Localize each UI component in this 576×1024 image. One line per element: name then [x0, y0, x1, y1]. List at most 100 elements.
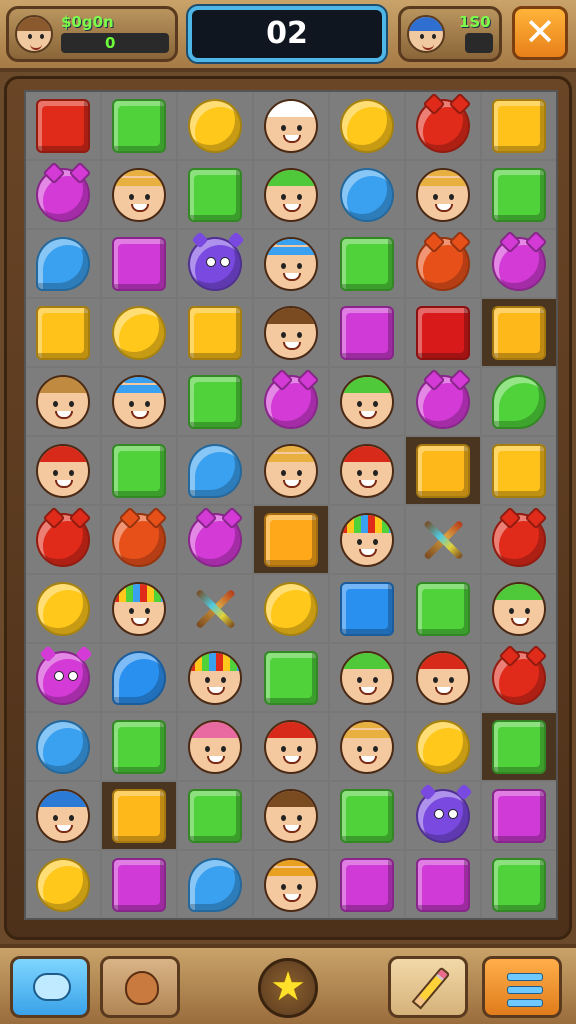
character-face — [416, 650, 470, 705]
board-cell[interactable] — [102, 644, 176, 711]
board-cell[interactable] — [178, 437, 252, 504]
board-cell[interactable] — [254, 437, 328, 504]
board-cell[interactable] — [406, 575, 480, 642]
board-cell[interactable] — [26, 506, 100, 573]
character-face — [416, 167, 470, 222]
character-face — [264, 857, 318, 912]
board-cell[interactable] — [482, 644, 556, 711]
square-gem — [36, 305, 90, 360]
board-cell[interactable] — [178, 230, 252, 297]
board-cell[interactable] — [406, 644, 480, 711]
board-cell[interactable] — [406, 368, 480, 435]
board-cell[interactable] — [102, 92, 176, 159]
board-cell[interactable] — [102, 437, 176, 504]
board-cell[interactable] — [178, 575, 252, 642]
board-cell[interactable] — [254, 851, 328, 918]
board-cell[interactable] — [330, 161, 404, 228]
board-cell[interactable] — [482, 368, 556, 435]
board-cell[interactable] — [254, 782, 328, 849]
board-cell[interactable] — [330, 713, 404, 780]
board-cell[interactable] — [330, 644, 404, 711]
board-cell[interactable] — [254, 644, 328, 711]
board-cell[interactable] — [482, 230, 556, 297]
board-cell[interactable] — [26, 644, 100, 711]
board-cell[interactable] — [330, 782, 404, 849]
board-cell[interactable] — [26, 299, 100, 366]
board-cell[interactable] — [330, 299, 404, 366]
horned-gem — [188, 506, 244, 567]
board-cell[interactable] — [330, 437, 404, 504]
board-cell[interactable] — [330, 851, 404, 918]
board-cell[interactable] — [254, 368, 328, 435]
board-cell[interactable] — [178, 368, 252, 435]
board-cell[interactable] — [26, 368, 100, 435]
board-cell[interactable] — [26, 92, 100, 159]
board-cell[interactable] — [178, 161, 252, 228]
board-cell[interactable] — [102, 575, 176, 642]
board-cell[interactable] — [330, 92, 404, 159]
horned-gem — [36, 161, 92, 222]
board-cell[interactable] — [102, 299, 176, 366]
board-cell[interactable] — [26, 851, 100, 918]
board-cell[interactable] — [406, 713, 480, 780]
board-cell[interactable] — [178, 506, 252, 573]
board-cell[interactable] — [178, 644, 252, 711]
board-cell[interactable] — [406, 782, 480, 849]
board-cell[interactable] — [178, 92, 252, 159]
board-cell[interactable] — [406, 851, 480, 918]
board-cell[interactable] — [482, 782, 556, 849]
board-cell[interactable] — [482, 299, 556, 366]
board-cell[interactable] — [254, 161, 328, 228]
board-cell[interactable] — [406, 506, 480, 573]
board-cell[interactable] — [406, 161, 480, 228]
board-cell[interactable] — [254, 230, 328, 297]
board-cell[interactable] — [102, 851, 176, 918]
cloud-button[interactable] — [10, 956, 90, 1018]
pencil-button[interactable] — [388, 956, 468, 1018]
board-cell[interactable] — [330, 506, 404, 573]
board-cell[interactable] — [482, 161, 556, 228]
character-face — [112, 581, 166, 636]
board-cell[interactable] — [406, 437, 480, 504]
board-cell[interactable] — [178, 713, 252, 780]
board-cell[interactable] — [26, 575, 100, 642]
board-cell[interactable] — [254, 713, 328, 780]
character-face — [264, 98, 318, 153]
board-cell[interactable] — [254, 299, 328, 366]
board-cell[interactable] — [406, 299, 480, 366]
board-cell[interactable] — [26, 161, 100, 228]
board-cell[interactable] — [406, 92, 480, 159]
board-cell[interactable] — [102, 782, 176, 849]
menu-button[interactable] — [482, 956, 562, 1018]
star-button[interactable]: ★ — [258, 958, 318, 1018]
board-cell[interactable] — [26, 437, 100, 504]
board-cell[interactable] — [330, 575, 404, 642]
board-cell[interactable] — [330, 230, 404, 297]
board-cell[interactable] — [26, 713, 100, 780]
board-cell[interactable] — [482, 713, 556, 780]
pet-button[interactable] — [100, 956, 180, 1018]
board-cell[interactable] — [482, 92, 556, 159]
board-cell[interactable] — [482, 506, 556, 573]
board-cell[interactable] — [330, 368, 404, 435]
square-gem — [340, 236, 394, 291]
board-cell[interactable] — [26, 230, 100, 297]
board-cell[interactable] — [102, 230, 176, 297]
board-cell[interactable] — [254, 575, 328, 642]
board-cell[interactable] — [178, 851, 252, 918]
board-cell[interactable] — [482, 437, 556, 504]
close-button[interactable]: ✕ — [512, 6, 568, 60]
board-cell[interactable] — [178, 299, 252, 366]
board-cell[interactable] — [102, 713, 176, 780]
board-cell[interactable] — [102, 161, 176, 228]
board-cell[interactable] — [26, 782, 100, 849]
board-cell[interactable] — [482, 575, 556, 642]
board-cell[interactable] — [102, 368, 176, 435]
board-cell[interactable] — [102, 506, 176, 573]
pencil-icon — [411, 966, 451, 1010]
board-cell[interactable] — [482, 851, 556, 918]
board-cell[interactable] — [406, 230, 480, 297]
board-cell[interactable] — [254, 506, 328, 573]
board-cell[interactable] — [178, 782, 252, 849]
board-cell[interactable] — [254, 92, 328, 159]
